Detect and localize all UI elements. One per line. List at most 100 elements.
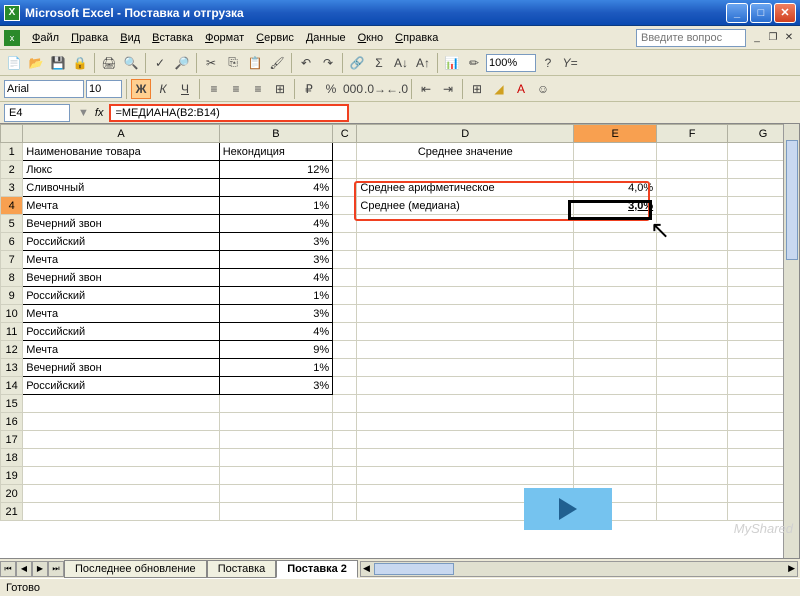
cell[interactable] — [357, 269, 574, 287]
cell[interactable]: Среднее арифметическое — [357, 179, 574, 197]
cell[interactable]: Мечта — [23, 305, 219, 323]
col-header-c[interactable]: C — [333, 125, 357, 143]
formula-eval-icon[interactable]: Y= — [560, 53, 580, 73]
cell[interactable] — [333, 449, 357, 467]
sheet-tab[interactable]: Последнее обновление — [64, 560, 207, 578]
close-button[interactable]: ✕ — [774, 3, 796, 23]
dec-indent-icon[interactable]: ⇤ — [416, 79, 436, 99]
cell[interactable] — [574, 449, 657, 467]
underline-button[interactable]: Ч — [175, 79, 195, 99]
help-icon[interactable]: ? — [538, 53, 558, 73]
row-header[interactable]: 8 — [1, 269, 23, 287]
fx-icon[interactable]: fx — [95, 107, 104, 119]
cell[interactable] — [657, 287, 728, 305]
menu-item[interactable]: Вставка — [146, 29, 199, 47]
chart-icon[interactable]: 📊 — [442, 53, 462, 73]
cell[interactable] — [333, 287, 357, 305]
cell[interactable]: Российский — [23, 377, 219, 395]
cell[interactable] — [333, 431, 357, 449]
col-header-f[interactable]: F — [657, 125, 728, 143]
cell[interactable]: 3,0% — [574, 197, 657, 215]
cell[interactable]: 1% — [219, 359, 332, 377]
menu-item[interactable]: Сервис — [250, 29, 300, 47]
cell[interactable] — [23, 467, 219, 485]
cell[interactable] — [657, 215, 728, 233]
cell[interactable] — [333, 179, 357, 197]
row-header[interactable]: 15 — [1, 395, 23, 413]
merge-icon[interactable]: ⊞ — [270, 79, 290, 99]
cell[interactable] — [333, 503, 357, 521]
permission-icon[interactable]: 🔒 — [70, 53, 90, 73]
align-right-icon[interactable]: ≡ — [248, 79, 268, 99]
cell[interactable] — [574, 287, 657, 305]
menu-item[interactable]: Окно — [352, 29, 390, 47]
cell[interactable] — [357, 341, 574, 359]
cell[interactable] — [657, 251, 728, 269]
cell[interactable]: 3% — [219, 377, 332, 395]
save-icon[interactable]: 💾 — [48, 53, 68, 73]
cell[interactable] — [657, 323, 728, 341]
cell[interactable] — [574, 269, 657, 287]
cell[interactable] — [357, 449, 574, 467]
menu-item[interactable]: Вид — [114, 29, 146, 47]
cell[interactable] — [657, 179, 728, 197]
cell[interactable]: Мечта — [23, 251, 219, 269]
cell[interactable] — [357, 215, 574, 233]
cell[interactable] — [357, 287, 574, 305]
paste-icon[interactable]: 📋 — [245, 53, 265, 73]
row-header[interactable]: 16 — [1, 413, 23, 431]
cell[interactable]: Люкс — [23, 161, 219, 179]
cell[interactable] — [357, 413, 574, 431]
row-header[interactable]: 9 — [1, 287, 23, 305]
cell[interactable] — [657, 305, 728, 323]
row-header[interactable]: 21 — [1, 503, 23, 521]
currency-icon[interactable]: ₽ — [299, 79, 319, 99]
cell[interactable] — [23, 503, 219, 521]
cell[interactable] — [357, 467, 574, 485]
cell[interactable] — [657, 395, 728, 413]
undo-icon[interactable]: ↶ — [296, 53, 316, 73]
col-header-a[interactable]: A — [23, 125, 219, 143]
cell[interactable] — [357, 161, 574, 179]
cell[interactable] — [357, 233, 574, 251]
cell[interactable]: 12% — [219, 161, 332, 179]
inc-indent-icon[interactable]: ⇥ — [438, 79, 458, 99]
cell[interactable]: 3% — [219, 305, 332, 323]
cell[interactable] — [574, 377, 657, 395]
cell[interactable] — [333, 323, 357, 341]
cell[interactable] — [333, 467, 357, 485]
row-header[interactable]: 10 — [1, 305, 23, 323]
cell[interactable] — [23, 449, 219, 467]
cell[interactable] — [333, 377, 357, 395]
cell[interactable] — [657, 233, 728, 251]
sheet-tab[interactable]: Поставка 2 — [276, 560, 358, 578]
cell[interactable] — [657, 341, 728, 359]
cell[interactable]: Сливочный — [23, 179, 219, 197]
align-center-icon[interactable]: ≡ — [226, 79, 246, 99]
cell[interactable]: Мечта — [23, 197, 219, 215]
format-painter-icon[interactable]: 🖌 — [267, 53, 287, 73]
smiley-icon[interactable]: ☺ — [533, 79, 553, 99]
cell[interactable]: 1% — [219, 287, 332, 305]
cell[interactable]: Вечерний звон — [23, 269, 219, 287]
cell[interactable] — [333, 161, 357, 179]
row-header[interactable]: 6 — [1, 233, 23, 251]
tab-nav-button[interactable]: ⏭ — [48, 561, 64, 577]
cell[interactable] — [219, 467, 332, 485]
cell[interactable]: 4% — [219, 269, 332, 287]
cell[interactable]: Вечерний звон — [23, 215, 219, 233]
cell[interactable] — [333, 413, 357, 431]
cell[interactable]: 3% — [219, 251, 332, 269]
cell[interactable] — [657, 413, 728, 431]
cell[interactable] — [357, 305, 574, 323]
align-left-icon[interactable]: ≡ — [204, 79, 224, 99]
copy-icon[interactable]: ⎘ — [223, 53, 243, 73]
row-header[interactable]: 11 — [1, 323, 23, 341]
row-header[interactable]: 14 — [1, 377, 23, 395]
cell[interactable] — [333, 197, 357, 215]
tab-nav-button[interactable]: ⏮ — [0, 561, 16, 577]
play-shape[interactable] — [524, 488, 612, 530]
col-header-e[interactable]: E — [574, 125, 657, 143]
cell[interactable] — [357, 431, 574, 449]
print-icon[interactable]: 🖨 — [99, 53, 119, 73]
